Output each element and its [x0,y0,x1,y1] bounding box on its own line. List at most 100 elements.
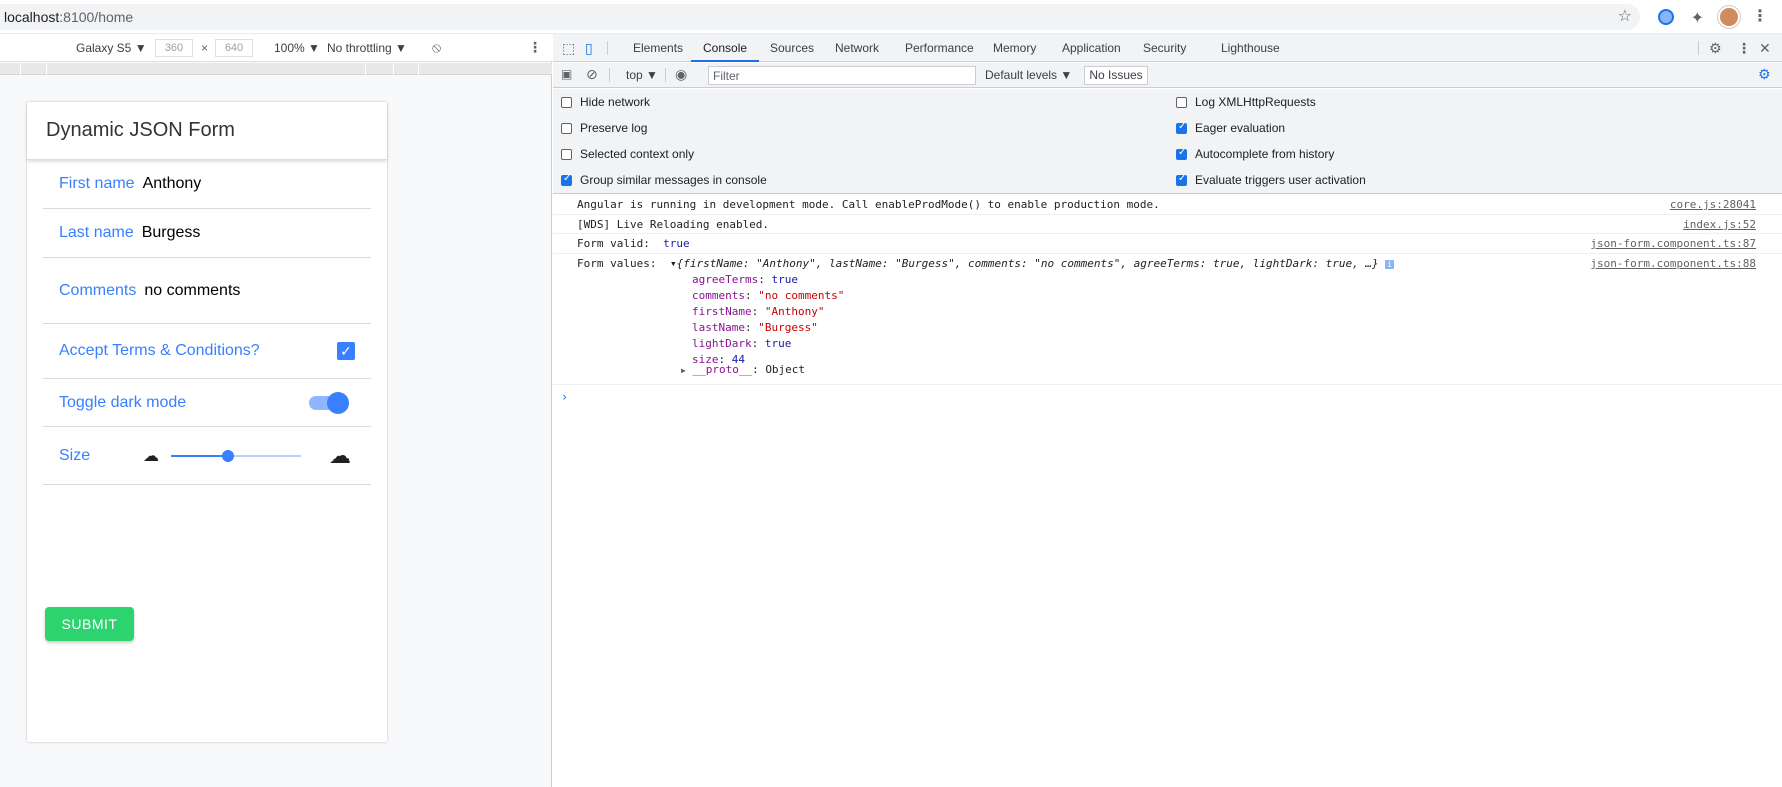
dimension-times: × [201,41,209,55]
comments-item[interactable]: Comments no comments [43,258,371,324]
form-values-label: Form values: [577,257,664,270]
tab-memory[interactable]: Memory [993,34,1036,62]
option-checkbox[interactable] [561,148,572,160]
url-host: localhost [4,9,60,25]
comments-textarea[interactable]: no comments [144,282,240,300]
object-preview-text: {firstName: "Anthony", lastName: "Burges… [676,257,1379,270]
zoom-select[interactable]: 100% ▼ [274,41,320,55]
first-name-input[interactable]: Anthony [143,175,202,193]
message-text: Angular is running in development mode. … [577,198,1160,211]
first-name-item[interactable]: First name Anthony [43,160,371,209]
message-text: [WDS] Live Reloading enabled. [577,218,770,231]
address-bar[interactable]: localhost:8100/home [0,4,1640,30]
option-checkbox[interactable] [1176,121,1187,134]
source-link[interactable]: json-form.component.ts:88 [1590,257,1756,270]
width-input[interactable]: 360 [155,39,193,57]
throttle-select[interactable]: No throttling ▼ [327,41,407,55]
tab-lighthouse[interactable]: Lighthouse [1221,34,1280,62]
issues-button[interactable]: No Issues [1084,66,1148,85]
proto-value: Object [765,363,806,376]
option-label: Preserve log [580,121,648,135]
device-toolbar: Galaxy S5 ▼ 360 × 640 100% ▼ No throttli… [0,34,552,62]
console-option[interactable]: Preserve log [561,121,647,135]
context-select[interactable]: top ▼ [626,68,658,82]
last-name-input[interactable]: Burgess [142,224,201,242]
url-path: :8100/home [59,9,134,25]
option-checkbox[interactable] [561,96,572,108]
property-value: "Anthony" [764,305,825,318]
source-link[interactable]: index.js:52 [1683,218,1756,231]
dark-mode-toggle[interactable] [309,391,349,414]
dark-mode-item[interactable]: Toggle dark mode [43,379,371,427]
sidebar-toggle-icon[interactable]: ▣ [561,67,572,81]
console-option[interactable]: Evaluate triggers user activation [1176,173,1366,187]
extension-icon[interactable] [1658,9,1674,25]
device-pane: Galaxy S5 ▼ 360 × 640 100% ▼ No throttli… [0,34,552,787]
profile-avatar[interactable] [1718,6,1740,28]
submit-button[interactable]: SUBMIT [45,607,134,641]
tab-network[interactable]: Network [835,34,879,62]
last-name-item[interactable]: Last name Burgess [43,209,371,258]
bookmark-star-icon[interactable]: ☆ [1618,9,1632,25]
object-property: lastName: "Burgess" [692,321,818,334]
property-value: true [771,273,798,286]
option-checkbox[interactable] [1176,147,1187,160]
tab-console[interactable]: Console [691,34,760,62]
device-menu-icon[interactable]: ⋮ [528,39,542,56]
option-checkbox[interactable] [1176,173,1187,186]
live-expression-eye-icon[interactable]: ◉ [675,66,687,83]
tab-performance[interactable]: Performance [905,34,974,62]
console-prompt-icon[interactable]: › [561,390,568,404]
form-valid-value: true [663,237,690,250]
tab-elements[interactable]: Elements [633,34,683,62]
devtools-menu-icon[interactable]: ⋮ [1737,40,1751,57]
console-option[interactable]: Hide network [561,95,650,109]
rotate-icon[interactable]: ⦸ [432,39,441,56]
size-range[interactable] [171,449,301,462]
source-link[interactable]: core.js:28041 [1670,198,1756,211]
proto-row[interactable]: ▶ __proto__: Object [681,363,805,376]
property-key: lastName [692,321,745,334]
device-toggle-icon[interactable]: ▯ [585,40,593,57]
console-option[interactable]: Log XMLHttpRequests [1176,95,1316,109]
height-input[interactable]: 640 [215,39,253,57]
small-rain-cloud-icon: ☁ [143,447,159,465]
console-option[interactable]: Selected context only [561,147,694,161]
option-checkbox[interactable] [1176,96,1187,108]
form-valid-label: Form valid: [577,237,657,250]
option-checkbox[interactable] [561,173,572,186]
tab-application[interactable]: Application [1062,34,1121,62]
tab-sources[interactable]: Sources [770,34,814,62]
browser-menu-icon[interactable]: ⋮ [1752,6,1768,26]
property-value: "Burgess" [758,321,818,334]
option-checkbox[interactable] [561,122,572,134]
object-preview[interactable]: ▾{firstName: "Anthony", lastName: "Burge… [670,257,1395,270]
device-select[interactable]: Galaxy S5 ▼ [76,41,147,55]
console-settings-gear-icon[interactable]: ⚙ [1758,66,1771,83]
source-link[interactable]: json-form.component.ts:87 [1590,237,1756,250]
console-message: Form valid: true json-form.component.ts:… [553,234,1782,254]
option-label: Group similar messages in console [580,173,767,187]
close-devtools-icon[interactable]: ✕ [1759,40,1771,57]
object-property: comments: "no comments" [692,289,845,302]
console-message: Form values: ▾{firstName: "Anthony", las… [553,254,1782,385]
browser-toolbar: localhost:8100/home ☆ ✦ ⋮ [0,0,1782,34]
terms-checkbox[interactable]: ✓ [337,342,355,360]
inspect-element-icon[interactable]: ⬚ [562,40,575,57]
console-option[interactable]: Eager evaluation [1176,121,1285,135]
info-icon[interactable]: i [1385,260,1395,269]
option-label: Autocomplete from history [1195,147,1335,161]
range-knob[interactable] [222,449,235,462]
console-option[interactable]: Autocomplete from history [1176,147,1334,161]
clear-console-icon[interactable]: ⊘ [586,66,598,83]
expand-triangle-icon[interactable]: ▶ [681,366,686,375]
console-option[interactable]: Group similar messages in console [561,173,767,187]
terms-item[interactable]: Accept Terms & Conditions? ✓ [43,324,371,379]
console-filter-input[interactable]: Filter [708,66,976,85]
media-query-ruler[interactable] [0,63,552,75]
extensions-puzzle-icon[interactable]: ✦ [1691,8,1704,28]
tab-security[interactable]: Security [1143,34,1186,62]
size-item[interactable]: Size ☁ ☁ [43,427,371,485]
settings-gear-icon[interactable]: ⚙ [1709,40,1722,57]
log-levels-select[interactable]: Default levels ▼ [985,68,1072,82]
